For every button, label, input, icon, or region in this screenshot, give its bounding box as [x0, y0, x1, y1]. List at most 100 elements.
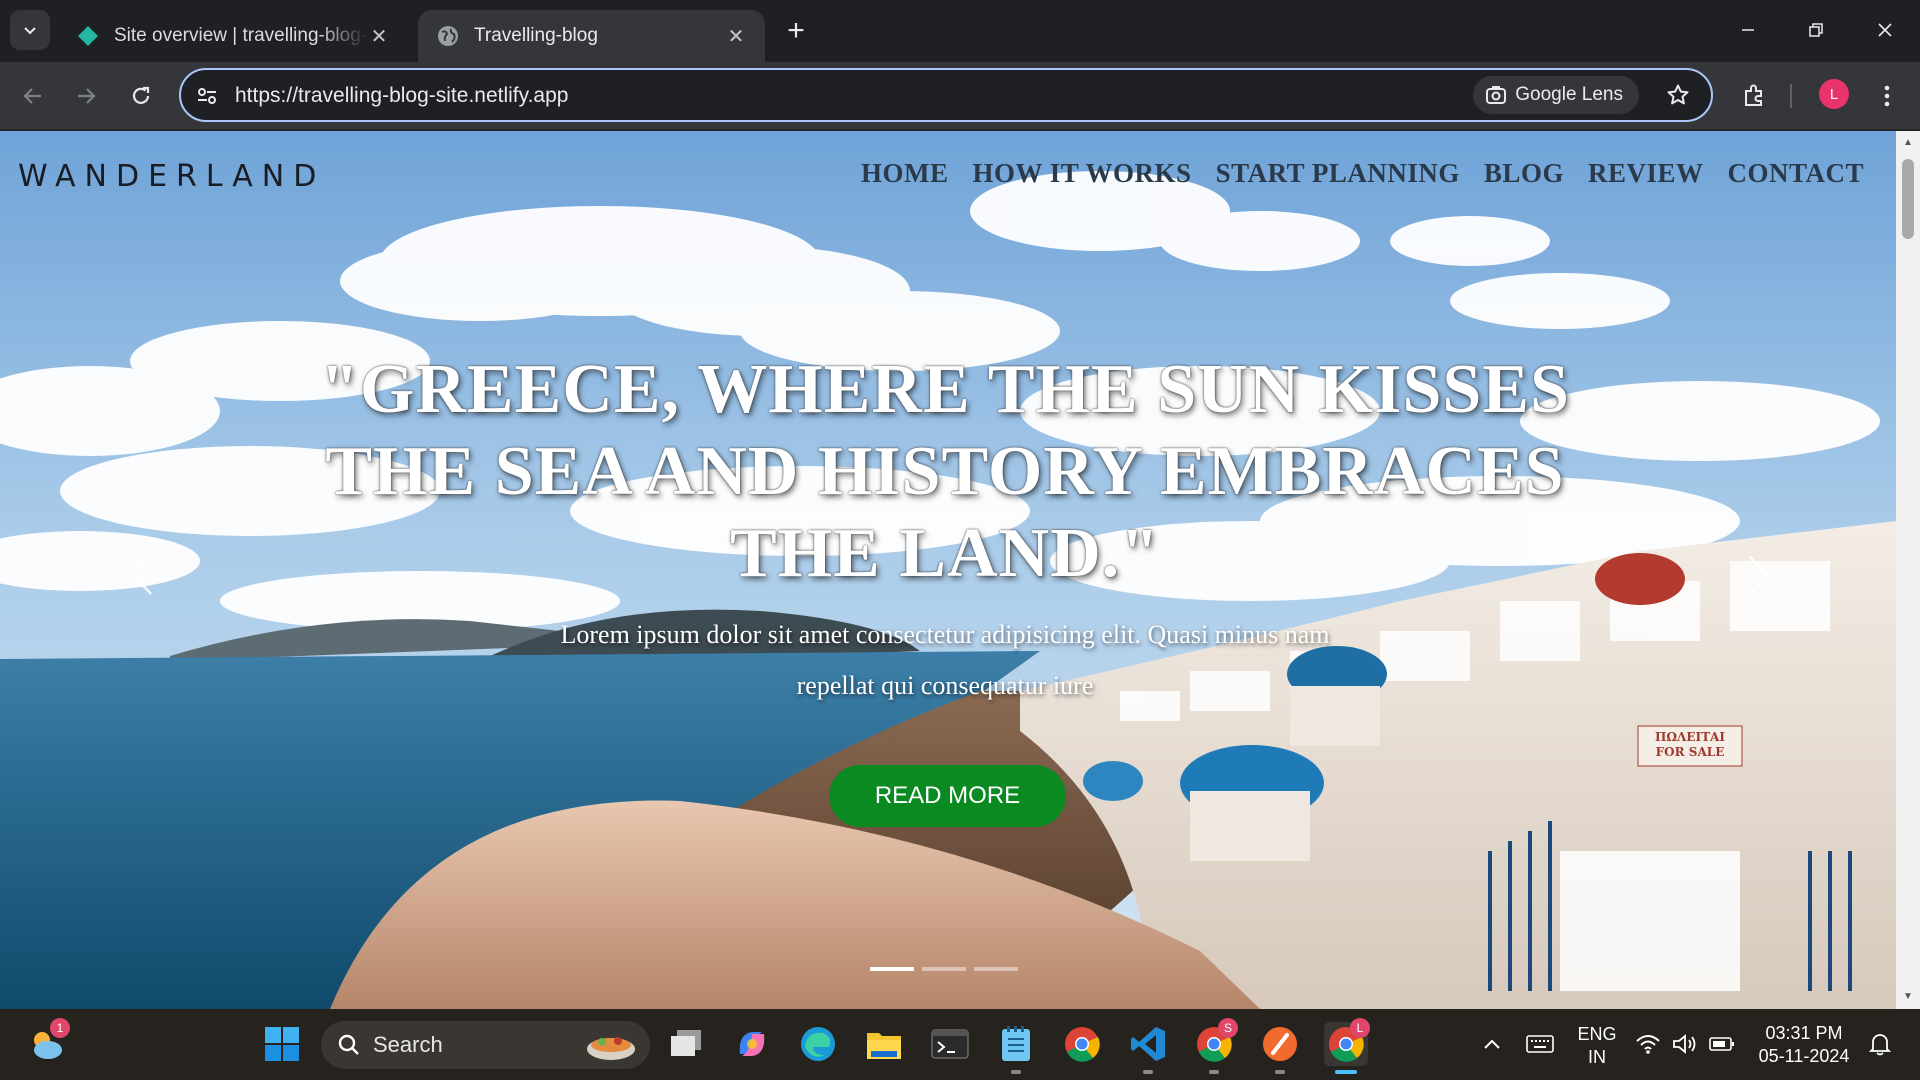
restore-button[interactable]	[1788, 10, 1844, 50]
task-view-icon	[671, 1030, 701, 1056]
show-hidden-icons-button[interactable]	[1470, 1022, 1514, 1066]
start-button[interactable]	[260, 1022, 304, 1066]
carousel-indicator[interactable]	[870, 967, 914, 971]
reload-button[interactable]	[121, 76, 161, 116]
star-icon	[1667, 84, 1689, 105]
bookmark-button[interactable]	[1663, 80, 1693, 110]
hero-subtext: Lorem ipsum dolor sit amet consectetur a…	[560, 620, 1330, 700]
profile-avatar[interactable]: L	[1819, 79, 1849, 109]
page-viewport: ΠΩΛΕΙΤΑΙ FOR SALE WANDERLAND HOME HOW IT…	[0, 131, 1896, 1009]
wifi-icon	[1636, 1035, 1661, 1054]
clock-date: 05-11-2024	[1758, 1046, 1850, 1066]
search-placeholder: Search	[373, 1032, 443, 1057]
toolbar-divider	[1790, 84, 1792, 108]
forward-button[interactable]	[66, 76, 106, 116]
clock-time: 03:31 PM	[1765, 1023, 1843, 1043]
copilot-button[interactable]	[730, 1022, 774, 1066]
more-vert-icon	[1884, 85, 1890, 107]
close-tab-button[interactable]: ✕	[725, 25, 747, 48]
nav-how-it-works[interactable]: HOW IT WORKS	[972, 158, 1191, 189]
search-highlight-icon	[587, 1037, 635, 1060]
read-more-button[interactable]: READ MORE	[829, 765, 1066, 827]
page-scrollbar[interactable]: ▲ ▼	[1896, 131, 1920, 1009]
restore-icon	[1809, 23, 1823, 37]
terminal-button[interactable]	[928, 1022, 972, 1066]
chrome-icon	[1065, 1027, 1100, 1062]
file-explorer-button[interactable]	[862, 1022, 906, 1066]
chrome-profile-l-button[interactable]: L	[1324, 1018, 1370, 1066]
back-button[interactable]	[13, 76, 53, 116]
scrollbar-thumb[interactable]	[1902, 159, 1914, 239]
profile-badge: L	[1350, 1018, 1370, 1038]
notepad-icon	[1002, 1026, 1030, 1061]
chrome-button[interactable]	[1060, 1022, 1104, 1066]
region-code: IN	[1588, 1047, 1606, 1067]
carousel-next-button[interactable]	[1738, 545, 1778, 605]
paint-app-button[interactable]	[1258, 1022, 1302, 1066]
tab-travelling-blog[interactable]: Travelling-blog ✕	[418, 10, 765, 62]
site-logo[interactable]: WANDERLAND	[18, 159, 325, 194]
copilot-icon	[739, 1032, 765, 1056]
site-settings-icon[interactable]	[195, 84, 219, 108]
address-bar[interactable]: https://travelling-blog-site.netlify.app…	[179, 68, 1713, 122]
minimize-button[interactable]	[1720, 10, 1776, 50]
browser-menu-button[interactable]	[1867, 76, 1907, 116]
carousel-indicator[interactable]	[974, 967, 1018, 971]
chrome-profile-s-button[interactable]: S	[1192, 1018, 1238, 1066]
nav-home[interactable]: HOME	[861, 158, 949, 189]
chevron-right-icon	[1748, 555, 1769, 595]
reload-icon	[132, 86, 150, 104]
chevron-down-icon	[24, 27, 36, 35]
extensions-button[interactable]	[1734, 76, 1774, 116]
running-indicator	[1143, 1070, 1153, 1074]
input-language[interactable]: ENG IN	[1574, 1023, 1620, 1069]
tab-site-overview[interactable]: Site overview | travelling-blog-site ✕	[58, 10, 408, 62]
hero-headline: "GREECE, WHERE THE SUN KISSES THE SEA AN…	[320, 351, 1570, 592]
google-lens-button[interactable]: Google Lens	[1473, 76, 1639, 114]
quick-settings-button[interactable]	[1630, 1022, 1740, 1066]
folder-icon	[867, 1033, 901, 1059]
active-indicator	[1335, 1070, 1357, 1074]
nav-contact[interactable]: CONTACT	[1727, 158, 1864, 189]
globe-icon	[438, 26, 458, 46]
widgets-badge: 1	[50, 1018, 70, 1038]
clock[interactable]: 03:31 PM 05-11-2024	[1752, 1022, 1856, 1068]
notepad-button[interactable]	[994, 1022, 1038, 1066]
touch-keyboard-button[interactable]	[1518, 1022, 1562, 1066]
url-text[interactable]: https://travelling-blog-site.netlify.app	[235, 84, 568, 108]
nav-start-planning[interactable]: START PLANNING	[1216, 158, 1460, 189]
close-tab-button[interactable]: ✕	[368, 25, 390, 48]
vscode-button[interactable]	[1126, 1022, 1170, 1066]
chevron-up-icon	[1484, 1039, 1500, 1049]
close-window-button[interactable]	[1857, 10, 1913, 50]
task-view-button[interactable]	[665, 1022, 709, 1066]
svg-text:FOR SALE: FOR SALE	[1656, 745, 1725, 759]
main-nav: HOME HOW IT WORKS START PLANNING BLOG RE…	[861, 158, 1864, 189]
brush-icon	[1263, 1027, 1297, 1061]
google-lens-label: Google Lens	[1515, 84, 1623, 105]
carousel-prev-button[interactable]	[122, 545, 162, 605]
volume-icon	[1673, 1034, 1696, 1054]
running-indicator	[1275, 1070, 1285, 1074]
carousel-indicator[interactable]	[922, 967, 966, 971]
svg-text:ΠΩΛΕΙΤΑΙ: ΠΩΛΕΙΤΑΙ	[1655, 730, 1725, 744]
minimize-icon	[1742, 29, 1754, 31]
nav-review[interactable]: REVIEW	[1588, 158, 1704, 189]
running-indicator	[1011, 1070, 1021, 1074]
nav-blog[interactable]: BLOG	[1484, 158, 1564, 189]
tab-title: Travelling-blog	[474, 25, 598, 46]
chevron-left-icon	[131, 555, 152, 595]
edge-button[interactable]	[796, 1022, 840, 1066]
tab-search-button[interactable]	[10, 10, 50, 50]
taskbar-search[interactable]: Search	[321, 1021, 650, 1069]
scroll-up-icon[interactable]: ▲	[1902, 137, 1914, 149]
keyboard-icon	[1526, 1035, 1554, 1053]
widgets-button[interactable]: 1	[26, 1018, 70, 1066]
notifications-button[interactable]	[1862, 1022, 1898, 1066]
scroll-down-icon[interactable]: ▼	[1902, 991, 1914, 1003]
new-tab-button[interactable]: +	[780, 16, 812, 48]
windows-icon	[265, 1027, 299, 1061]
close-icon	[1878, 23, 1892, 37]
tab-title: Site overview | travelling-blog-site	[114, 25, 368, 46]
terminal-icon	[931, 1029, 969, 1059]
